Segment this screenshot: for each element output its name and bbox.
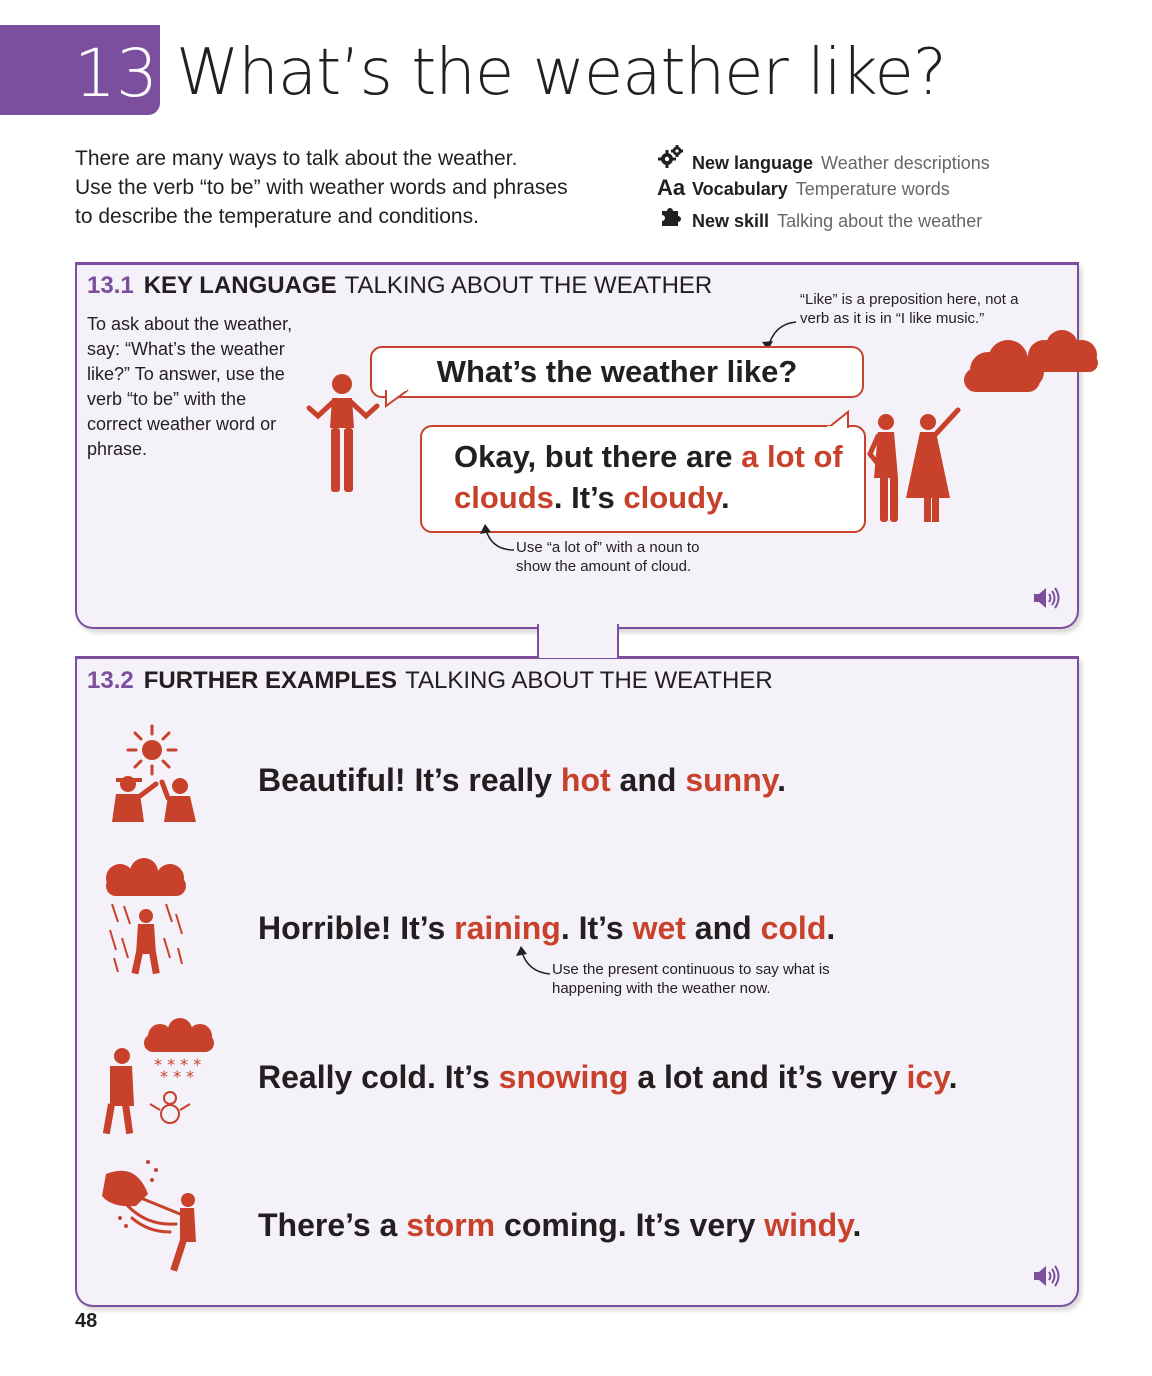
side-note: To ask about the weather, say: “What’s t…: [87, 314, 293, 459]
example-part: Really cold. It’s: [258, 1059, 499, 1095]
panel-connector: [537, 624, 619, 658]
page-number: 48: [75, 1310, 98, 1332]
svg-text:* * *: * * *: [160, 1067, 194, 1086]
example-part: Horrible! It’s: [258, 910, 455, 946]
example-sentence: There’s a storm coming. It’s very windy.: [258, 1203, 861, 1247]
example-part: .: [852, 1207, 862, 1243]
section-heading-bold: FURTHER EXAMPLES: [143, 667, 398, 694]
snow-person-icon: * * * * * * *: [102, 1018, 214, 1135]
audio-icon[interactable]: [1032, 586, 1060, 610]
intro-text: There are many ways to talk about the we…: [75, 144, 615, 231]
puzzle-icon: [655, 203, 687, 235]
sunny-people-icon: [112, 724, 196, 822]
storm-umbrella-icon: [102, 1160, 196, 1272]
section-number: 13.2: [87, 667, 134, 694]
intro-line: to describe the temperature and conditio…: [75, 205, 479, 228]
page-title: What’s the weather like?: [176, 36, 947, 110]
rain-person-icon: [106, 858, 186, 975]
example-highlight: storm: [406, 1207, 496, 1243]
chapter-number: 13: [74, 35, 158, 112]
example-part: .: [826, 910, 836, 946]
section-number: 13.1: [87, 272, 134, 299]
section-2-heading: 13.2 FURTHER EXAMPLES TALKING ABOUT THE WE…: [87, 666, 773, 696]
example-part: . It’s: [560, 910, 633, 946]
section-heading-rest: TALKING ABOUT THE WEATHER: [344, 272, 713, 299]
example-highlight: windy: [764, 1207, 853, 1243]
example-highlight: hot: [560, 762, 611, 798]
meta-value: Temperature words: [795, 179, 950, 199]
aa-icon: Aa: [656, 175, 686, 200]
example-part: .: [777, 762, 787, 798]
example-part: and: [610, 762, 686, 798]
answer-part: .: [721, 480, 730, 515]
people-pointing-icon: [867, 407, 961, 522]
intro-line: There are many ways to talk about the we…: [75, 147, 518, 170]
meta-label: New language: [692, 153, 814, 173]
person-shrug-icon: [306, 374, 380, 492]
answer-part: Okay, but there are: [454, 439, 742, 474]
example-highlight: snowing: [498, 1059, 629, 1095]
answer-highlight: cloudy: [623, 480, 721, 515]
clouds-icon: [964, 330, 1098, 392]
example-sentence: Really cold. It’s snowing a lot and it’s…: [258, 1055, 957, 1099]
example-sentence: Beautiful! It’s really hot and sunny.: [258, 758, 786, 802]
answer-part: . It’s: [553, 480, 624, 515]
example-part: a lot and it’s very: [628, 1059, 907, 1095]
gears-icon: [655, 145, 687, 177]
note-like: “Like” is a preposition here, not a verb…: [800, 291, 1019, 327]
example-highlight: cold: [760, 910, 827, 946]
audio-icon[interactable]: [1032, 1264, 1060, 1288]
note-present-continuous: Use the present continuous to say what i…: [552, 961, 830, 997]
meta-value: Talking about the weather: [777, 211, 983, 231]
answer-text: Okay, but there are a lot of clouds. It’…: [454, 436, 854, 518]
note-a-lot: Use “a lot of” with a noun to show the a…: [516, 539, 700, 575]
meta-new-language: New language Weather descriptions: [655, 145, 990, 173]
meta-vocabulary: Aa Vocabulary Temperature words: [655, 174, 950, 202]
arrow-icon: [516, 946, 551, 975]
example-highlight: icy: [906, 1059, 949, 1095]
section-1-heading: 13.1 KEY LANGUAGE TALKING ABOUT THE WEATHE…: [87, 271, 712, 301]
example-part: .: [948, 1059, 958, 1095]
question-text: What’s the weather like?: [436, 354, 798, 389]
meta-label: New skill: [692, 211, 770, 231]
meta-new-skill: New skill Talking about the weather: [655, 203, 982, 231]
bubble-tail: [827, 409, 849, 431]
example-highlight: sunny: [685, 762, 778, 798]
arrow-icon: [480, 524, 515, 551]
example-part: and: [685, 910, 761, 946]
section-heading-bold: KEY LANGUAGE: [143, 272, 337, 299]
meta-label: Vocabulary: [692, 179, 788, 199]
example-highlight: raining: [454, 910, 561, 946]
intro-line: Use the verb “to be” with weather words …: [75, 176, 568, 199]
example-part: Beautiful! It’s really: [258, 762, 561, 798]
example-part: There’s a: [258, 1207, 407, 1243]
section-heading-rest: TALKING ABOUT THE WEATHER: [405, 667, 773, 694]
example-highlight: wet: [632, 910, 686, 946]
meta-value: Weather descriptions: [821, 153, 990, 173]
example-part: coming. It’s very: [495, 1207, 765, 1243]
